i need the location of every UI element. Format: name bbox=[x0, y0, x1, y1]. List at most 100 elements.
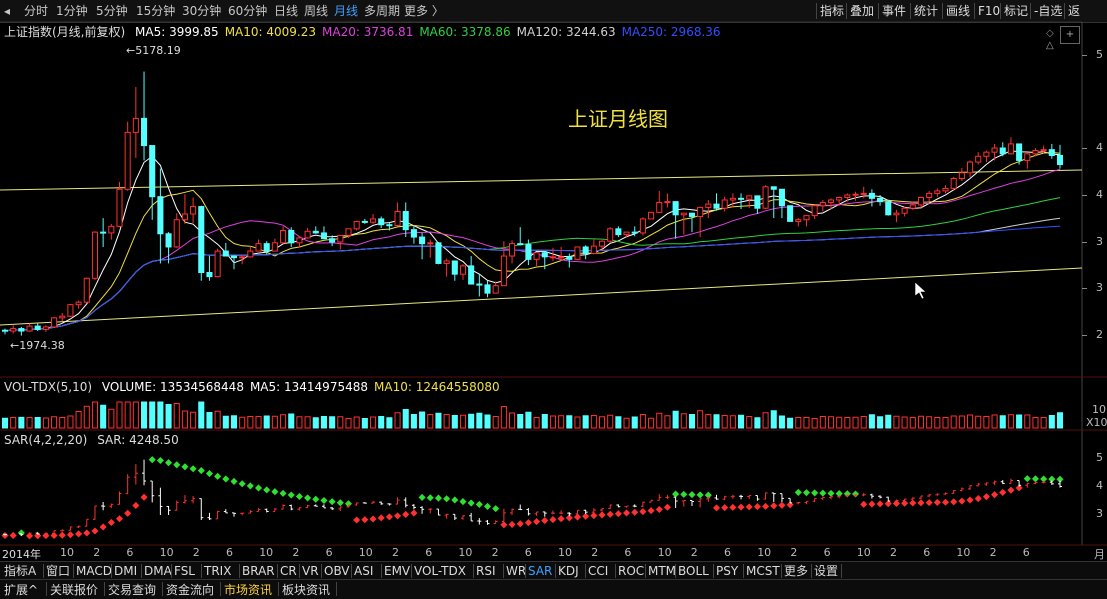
info-tab-1[interactable]: 关联报价 bbox=[50, 582, 98, 598]
candle-body bbox=[917, 197, 925, 206]
time-axis-label: 10 bbox=[558, 546, 572, 559]
indicator-tab-16[interactable]: SAR bbox=[528, 563, 552, 579]
volume-bar bbox=[852, 416, 859, 429]
sar-candles bbox=[3, 459, 1062, 536]
price-axis-tick-mark bbox=[1082, 288, 1087, 289]
candle-body bbox=[230, 255, 238, 259]
volume-bar bbox=[991, 414, 998, 429]
indicator-tab-6[interactable]: TRIX bbox=[204, 563, 231, 579]
candle-body bbox=[500, 255, 507, 287]
volume-bar bbox=[509, 412, 516, 429]
indicator-tab-3[interactable]: DMI bbox=[114, 563, 137, 579]
sar-dot bbox=[950, 498, 958, 506]
sar-dot bbox=[909, 499, 917, 507]
info-tab-3[interactable]: 资金流向 bbox=[166, 582, 214, 598]
volume-bar bbox=[320, 416, 327, 429]
volume-bar bbox=[149, 401, 156, 429]
indicator-tab-0[interactable]: 指标A bbox=[4, 563, 36, 579]
sar-dot bbox=[320, 496, 328, 505]
indicator-tab-9[interactable]: VR bbox=[302, 563, 319, 579]
candle-body bbox=[770, 186, 777, 190]
tab-divider bbox=[615, 564, 616, 578]
high-point-value: 5178.19 bbox=[135, 44, 181, 57]
sar-dot bbox=[173, 461, 181, 469]
indicator-tab-2[interactable]: MACD bbox=[76, 563, 112, 579]
info-tab-2[interactable]: 交易查询 bbox=[108, 582, 156, 598]
indicator-tab-15[interactable]: WR bbox=[506, 563, 526, 579]
volume-bar bbox=[631, 416, 638, 429]
indicator-tab-19[interactable]: ROC bbox=[618, 563, 644, 579]
candle-body bbox=[590, 245, 597, 255]
price-chart bbox=[0, 21, 1107, 546]
ma-line-5 bbox=[4, 150, 1061, 332]
volume-bar bbox=[468, 413, 475, 429]
candle-body bbox=[639, 218, 646, 234]
tab-divider bbox=[351, 564, 352, 578]
sar-dot bbox=[974, 495, 982, 503]
info-tab-5[interactable]: 板块资讯 bbox=[282, 582, 330, 598]
indicator-tab-22[interactable]: PSY bbox=[716, 563, 738, 579]
candle-body bbox=[729, 197, 736, 201]
indicator-tab-5[interactable]: FSL bbox=[174, 563, 195, 579]
sar-dot bbox=[770, 502, 778, 510]
indicator-tab-11[interactable]: ASI bbox=[354, 563, 373, 579]
volume-bar bbox=[893, 415, 900, 429]
candle-body bbox=[1056, 154, 1064, 166]
sar-dot bbox=[745, 503, 753, 511]
time-axis-label: 10 bbox=[657, 546, 672, 559]
indicator-tab-14[interactable]: RSI bbox=[476, 563, 496, 579]
tab-divider bbox=[713, 564, 714, 578]
candle-body bbox=[525, 243, 532, 260]
tab-divider bbox=[73, 564, 74, 578]
indicator-tab-21[interactable]: BOLL bbox=[678, 563, 709, 579]
candle-body bbox=[75, 301, 82, 306]
indicator-tab-23[interactable]: MCST bbox=[746, 563, 780, 579]
info-tab-0[interactable]: 扩展^ bbox=[4, 582, 38, 598]
indicator-tab-24[interactable]: 更多 bbox=[784, 563, 808, 579]
indicator-tab-13[interactable]: VOL-TDX bbox=[414, 563, 466, 579]
sar-dot bbox=[124, 509, 132, 517]
candle-body bbox=[664, 201, 671, 204]
sar-dot bbox=[434, 494, 442, 502]
indicator-tab-25[interactable]: 设置 bbox=[814, 563, 838, 579]
volume-bar bbox=[18, 416, 25, 429]
tab-divider bbox=[104, 582, 105, 596]
indicator-tab-17[interactable]: KDJ bbox=[558, 563, 579, 579]
high-arrow-icon: ← bbox=[126, 44, 136, 57]
volume-bar bbox=[435, 412, 442, 429]
volume-bar bbox=[91, 401, 98, 429]
volume-bar bbox=[942, 417, 949, 429]
tab-divider bbox=[239, 564, 240, 578]
sar-pane-name: SAR(4,2,2,20) bbox=[4, 433, 88, 447]
info-tab-4[interactable]: 市场资讯 bbox=[224, 582, 272, 598]
indicator-tab-10[interactable]: OBV bbox=[324, 563, 350, 579]
indicator-tab-12[interactable]: EMV bbox=[384, 563, 410, 579]
sar-dot bbox=[353, 516, 361, 524]
indicator-tab-8[interactable]: CR bbox=[280, 563, 297, 579]
volume-bar bbox=[329, 416, 336, 429]
time-axis-label: 10 bbox=[458, 546, 473, 559]
indicator-tab-4[interactable]: DMA bbox=[144, 563, 172, 579]
time-axis-label: 10 bbox=[159, 546, 174, 559]
volume-bar bbox=[222, 415, 229, 429]
volume-bar bbox=[394, 412, 401, 429]
volume-pane-name: VOL-TDX(5,10) bbox=[4, 380, 93, 394]
candle-body bbox=[247, 250, 254, 258]
sar-dot bbox=[737, 503, 745, 511]
sar-dot bbox=[982, 493, 990, 501]
volume-bar bbox=[549, 415, 556, 429]
candle-body bbox=[509, 243, 516, 257]
indicator-tab-1[interactable]: 窗口 bbox=[46, 563, 70, 579]
time-axis-label: 2 bbox=[192, 546, 200, 559]
indicator-tab-18[interactable]: CCI bbox=[588, 563, 608, 579]
tab-divider bbox=[645, 564, 646, 578]
sar-dot bbox=[443, 495, 451, 503]
volume-bar bbox=[721, 415, 728, 429]
candle-body bbox=[713, 203, 720, 209]
indicator-tab-20[interactable]: MTM bbox=[648, 563, 676, 579]
volume-bar bbox=[958, 415, 965, 429]
candle-body bbox=[688, 212, 696, 217]
indicator-tab-7[interactable]: BRAR bbox=[242, 563, 275, 579]
tab-divider bbox=[201, 564, 202, 578]
sar-dot bbox=[328, 498, 336, 506]
